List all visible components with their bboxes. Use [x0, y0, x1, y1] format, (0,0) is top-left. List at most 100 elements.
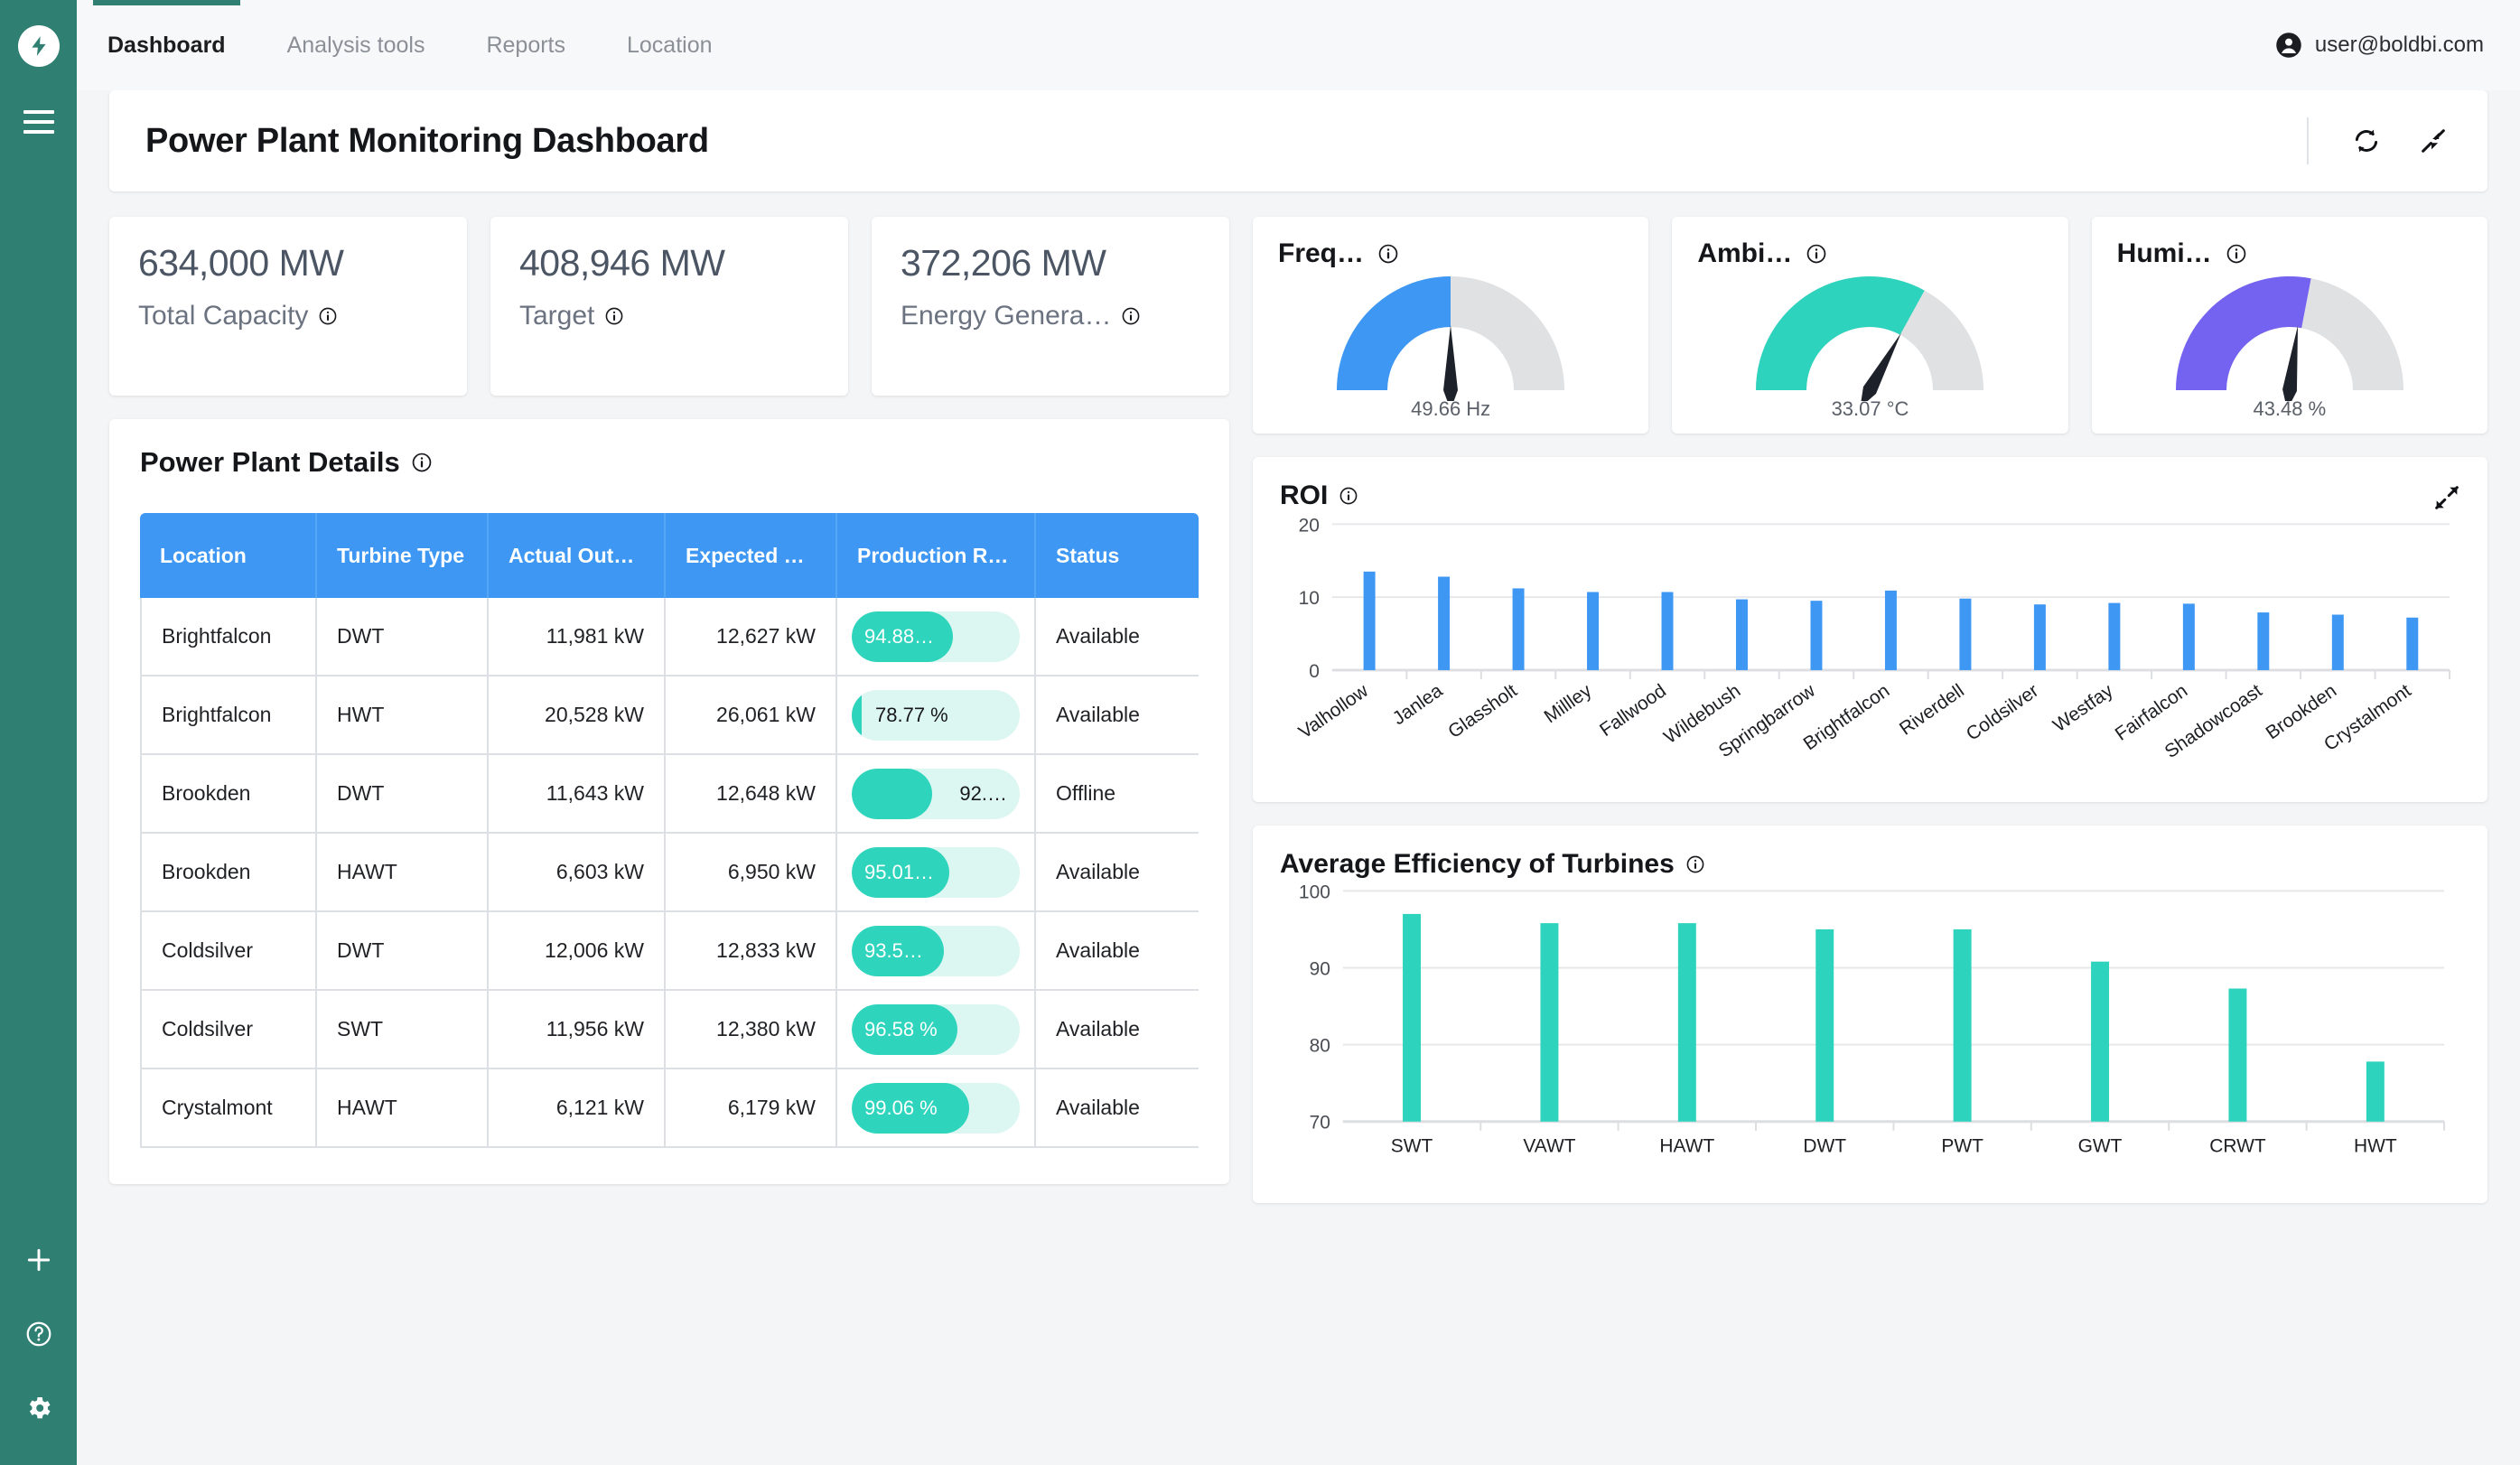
production-rate-bar: 96.58 %	[852, 1003, 1020, 1055]
add-button[interactable]	[22, 1243, 56, 1277]
gauge-ambient-temperature: Ambi… 33.07 °C	[1672, 217, 2068, 434]
help-circle-icon	[26, 1321, 51, 1347]
power-plant-details-panel: Power Plant Details Location Turbine Typ…	[109, 419, 1229, 1184]
sidebar	[0, 0, 77, 1465]
info-icon[interactable]	[412, 453, 432, 472]
cell-actual-output: 6,121 kW	[489, 1069, 666, 1148]
tab-reports[interactable]: Reports	[455, 0, 596, 90]
table-row[interactable]: Coldsilver DWT 12,006 kW 12,833 kW 93.5… Avai…	[140, 912, 1199, 991]
table-header: Location Turbine Type Actual Output Expe…	[140, 513, 1199, 598]
info-icon[interactable]	[319, 307, 337, 325]
svg-text:90: 90	[1310, 958, 1330, 979]
cell-production-rate: 99.06 %	[837, 1069, 1036, 1148]
right-column: Freq… 49.66 Hz Ambi… 33.07 °C Humi… 43.4…	[1253, 217, 2487, 1203]
svg-text:Janlea: Janlea	[1389, 680, 1447, 729]
plus-icon	[27, 1248, 50, 1272]
cell-production-rate: 96.58 %	[837, 991, 1036, 1069]
kpi-target: 408,946 MW Target	[490, 217, 848, 396]
info-icon[interactable]	[2226, 244, 2246, 264]
tab-dashboard[interactable]: Dashboard	[77, 0, 257, 90]
cell-status: Available	[1036, 991, 1199, 1069]
col-actual-output[interactable]: Actual Output	[489, 513, 666, 598]
gauge-title-row: Ambi…	[1697, 238, 2042, 269]
info-icon[interactable]	[1122, 307, 1140, 325]
gauge-frequency: Freq… 49.66 Hz	[1253, 217, 1649, 434]
main-area: Dashboard Analysis tools Reports Locatio…	[77, 0, 2520, 1465]
header-actions	[2307, 117, 2451, 164]
cell-expected-output: 12,833 kW	[666, 912, 837, 991]
info-icon[interactable]	[1806, 244, 1826, 264]
svg-text:SWT: SWT	[1391, 1136, 1433, 1157]
info-icon[interactable]	[1686, 855, 1704, 873]
cell-actual-output: 11,956 kW	[489, 991, 666, 1069]
gauge-value: 33.07 °C	[1831, 397, 1909, 420]
cell-expected-output: 6,950 kW	[666, 834, 837, 912]
cell-location: Brookden	[140, 834, 317, 912]
col-expected-output[interactable]: Expected Ou…	[666, 513, 837, 598]
svg-text:20: 20	[1299, 515, 1320, 536]
efficiency-bar-chart: 70 80 90 100 SWT VAWT HAWT DWT PWT GWT CRWT HWT	[1280, 880, 2460, 1178]
user-menu[interactable]: user@boldbi.com	[2275, 32, 2484, 59]
svg-text:Glassholt: Glassholt	[1444, 680, 1521, 742]
cell-production-rate: 93.5…	[837, 912, 1036, 991]
production-rate-bar: 78.77 %	[852, 689, 1020, 741]
kpi-label-row: Total Capacity	[138, 301, 438, 331]
cell-production-rate: 95.01…	[837, 834, 1036, 912]
cell-status: Available	[1036, 677, 1199, 755]
gauge-title-row: Freq…	[1278, 238, 1623, 269]
col-turbine-type[interactable]: Turbine Type	[317, 513, 489, 598]
cell-status: Offline	[1036, 755, 1199, 834]
power-plant-table: Location Turbine Type Actual Output Expe…	[140, 513, 1199, 1148]
cell-production-rate: 92.…	[837, 755, 1036, 834]
hamburger-bar	[23, 120, 54, 124]
table-row[interactable]: Crystalmont HAWT 6,121 kW 6,179 kW 99.06 % Av…	[140, 1069, 1199, 1148]
svg-text:VAWT: VAWT	[1523, 1136, 1575, 1157]
kpi-label-row: Energy Genera…	[901, 301, 1200, 331]
production-rate-label: 95.01…	[864, 860, 935, 883]
app-logo[interactable]	[17, 25, 60, 67]
col-location[interactable]: Location	[140, 513, 317, 598]
col-status[interactable]: Status	[1036, 513, 1199, 598]
tab-location[interactable]: Location	[596, 0, 743, 90]
help-button[interactable]	[22, 1317, 56, 1351]
cell-turbine-type: DWT	[317, 598, 489, 677]
svg-text:Riverdell: Riverdell	[1896, 680, 1968, 740]
cell-expected-output: 26,061 kW	[666, 677, 837, 755]
gauge-title: Ambi…	[1697, 238, 1793, 268]
info-icon[interactable]	[605, 307, 623, 325]
table-row[interactable]: Brightfalcon DWT 11,981 kW 12,627 kW 94.88… A…	[140, 598, 1199, 677]
table-row[interactable]: Brookden DWT 11,643 kW 12,648 kW 92.… Offline	[140, 755, 1199, 834]
hamburger-menu-icon[interactable]	[23, 110, 54, 134]
info-icon[interactable]	[1378, 244, 1398, 264]
production-rate-bar: 99.06 %	[852, 1082, 1020, 1134]
roi-expand-button[interactable]	[2431, 482, 2462, 518]
table-row[interactable]: Brightfalcon HWT 20,528 kW 26,061 kW 78.77 %…	[140, 677, 1199, 755]
svg-text:HAWT: HAWT	[1659, 1136, 1714, 1157]
panel-title-row: Power Plant Details	[140, 446, 1199, 479]
roi-title-row: ROI	[1280, 481, 2460, 511]
col-production-rate[interactable]: Production R…	[837, 513, 1036, 598]
gauge-row: Freq… 49.66 Hz Ambi… 33.07 °C Humi… 43.4…	[1253, 217, 2487, 434]
collapse-button[interactable]	[2415, 123, 2451, 159]
info-icon[interactable]	[1339, 487, 1358, 505]
svg-text:70: 70	[1310, 1113, 1330, 1134]
table-row[interactable]: Brookden HAWT 6,603 kW 6,950 kW 95.01… Availa…	[140, 834, 1199, 912]
cell-actual-output: 11,981 kW	[489, 598, 666, 677]
hamburger-bar	[23, 130, 54, 134]
gauge-dial	[1734, 271, 2005, 401]
lightning-bolt-icon	[31, 36, 46, 56]
gauge-title: Freq…	[1278, 238, 1365, 268]
table-row[interactable]: Coldsilver SWT 11,956 kW 12,380 kW 96.58 % Av…	[140, 991, 1199, 1069]
cell-turbine-type: DWT	[317, 755, 489, 834]
tab-analysis-tools[interactable]: Analysis tools	[257, 0, 456, 90]
left-column: 634,000 MW Total Capacity 408,946 MW Tar…	[109, 217, 1229, 1203]
production-rate-label: 96.58 %	[864, 1017, 938, 1040]
gauge-title-row: Humi…	[2117, 238, 2462, 269]
kpi-value: 408,946 MW	[519, 242, 725, 284]
cell-status: Available	[1036, 834, 1199, 912]
settings-button[interactable]	[22, 1391, 56, 1425]
cell-expected-output: 6,179 kW	[666, 1069, 837, 1148]
cell-location: Brightfalcon	[140, 598, 317, 677]
refresh-icon	[2355, 129, 2378, 153]
refresh-button[interactable]	[2348, 123, 2385, 159]
